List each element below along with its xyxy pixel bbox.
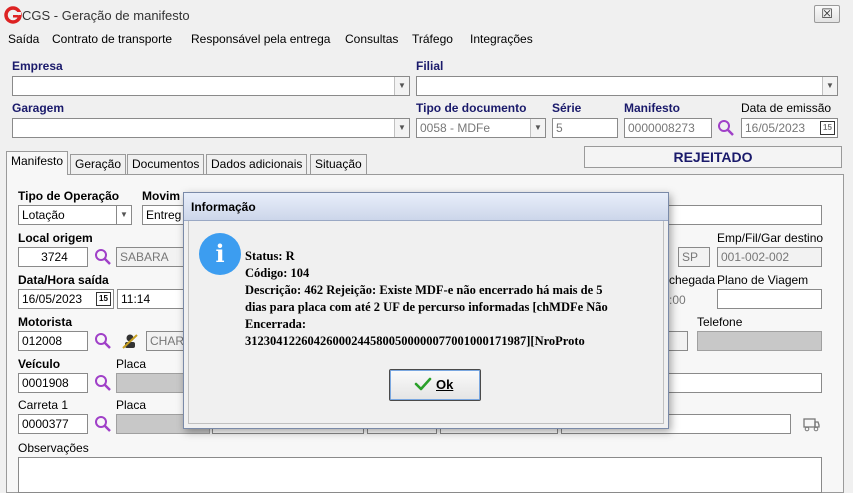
- window-title: CGS - Geração de manifesto: [22, 8, 190, 23]
- close-button[interactable]: ☒: [814, 5, 840, 23]
- veiculo-label: Veículo: [18, 357, 61, 371]
- empresa-select[interactable]: ▼: [12, 76, 410, 96]
- observacoes-textarea[interactable]: [18, 457, 822, 493]
- tipo-operacao-select[interactable]: Lotação ▼: [18, 205, 132, 225]
- check-icon: [414, 377, 432, 391]
- message-line-status: Status: R: [245, 249, 295, 263]
- data-saida-input[interactable]: 16/05/2023 15: [18, 289, 114, 309]
- search-icon[interactable]: [94, 332, 112, 350]
- tipo-operacao-value: Lotação: [22, 208, 65, 222]
- search-icon[interactable]: [94, 248, 112, 266]
- chevron-down-icon[interactable]: ▼: [394, 119, 409, 137]
- observacoes-label: Observações: [18, 441, 89, 455]
- message-line-descricao-4: 3123041226042600024458005000000770010001…: [245, 334, 585, 348]
- search-icon[interactable]: [94, 374, 112, 392]
- chevron-down-icon[interactable]: ▼: [822, 77, 837, 95]
- motorista-extra-field: [668, 331, 688, 351]
- tab-situacao[interactable]: Situação: [310, 154, 367, 174]
- menu-contrato[interactable]: Contrato de transporte: [52, 32, 172, 46]
- motorista-label: Motorista: [18, 315, 72, 329]
- search-icon[interactable]: [94, 415, 112, 433]
- data-emissao-value: 16/05/2023: [745, 121, 806, 135]
- trailer-icon[interactable]: [802, 415, 820, 433]
- tipo-documento-label: Tipo de documento: [416, 101, 527, 115]
- local-origem-code[interactable]: 3724: [18, 247, 88, 267]
- veiculo-extra-field[interactable]: [668, 373, 822, 393]
- data-emissao-label: Data de emissão: [741, 101, 832, 115]
- calendar-icon[interactable]: 15: [820, 121, 835, 135]
- serie-input[interactable]: 5: [552, 118, 618, 138]
- manifesto-label: Manifesto: [624, 101, 681, 115]
- ok-button[interactable]: Ok: [389, 369, 481, 401]
- emp-destino-label: Emp/Fil/Gar destino: [717, 231, 824, 245]
- motorista-name: CHAR: [146, 331, 186, 351]
- info-icon: i: [199, 233, 241, 275]
- placa-label: Placa: [116, 357, 147, 371]
- data-emissao-input[interactable]: 16/05/2023 15: [741, 118, 838, 138]
- motorista-code[interactable]: 012008: [18, 331, 88, 351]
- chegada-label: chegada: [669, 273, 716, 287]
- tipo-documento-value: 0058 - MDFe: [420, 121, 491, 135]
- carreta-label: Carreta 1: [18, 398, 69, 412]
- data-saida-label: Data/Hora saída: [18, 273, 109, 287]
- ok-button-label: Ok: [436, 377, 454, 392]
- plano-viagem-field[interactable]: [717, 289, 822, 309]
- data-saida-value: 16/05/2023: [22, 292, 83, 306]
- placa-field: [116, 373, 186, 393]
- dialog-body: i Status: R Código: 104 Descrição: 462 R…: [188, 221, 664, 424]
- tipo-documento-select[interactable]: 0058 - MDFe ▼: [416, 118, 546, 138]
- chevron-down-icon[interactable]: ▼: [530, 119, 545, 137]
- message-line-descricao-2: dias para placa com até 2 UF de percurso…: [245, 300, 608, 314]
- chevron-down-icon[interactable]: ▼: [394, 77, 409, 95]
- emp-destino-field: 001-002-002: [717, 247, 822, 267]
- movimento-select[interactable]: Entreg: [142, 205, 186, 225]
- tab-manifesto[interactable]: Manifesto: [6, 151, 69, 175]
- driver-icon[interactable]: [121, 332, 139, 350]
- placa2-label: Placa: [116, 398, 147, 412]
- calendar-icon[interactable]: 15: [96, 292, 111, 306]
- menu-trafego[interactable]: Tráfego: [412, 32, 453, 46]
- filial-select[interactable]: ▼: [416, 76, 838, 96]
- app-logo-icon: [4, 6, 22, 24]
- movimento-label: Movim: [142, 189, 181, 203]
- garagem-select[interactable]: ▼: [12, 118, 410, 138]
- tab-dados-adicionais[interactable]: Dados adicionais: [206, 154, 308, 174]
- local-origem-name: SABARA: [116, 247, 186, 267]
- telefone-label: Telefone: [697, 315, 743, 329]
- plano-viagem-label: Plano de Viagem: [717, 273, 809, 287]
- telefone-field: [697, 331, 822, 351]
- dialog-title: Informação: [191, 200, 256, 214]
- chevron-down-icon[interactable]: ▼: [116, 206, 131, 224]
- search-icon[interactable]: [717, 119, 735, 137]
- tab-geracao[interactable]: Geração: [70, 154, 127, 174]
- menu-integracoes[interactable]: Integrações: [470, 32, 533, 46]
- message-line-descricao-1: Descrição: 462 Rejeição: Existe MDF-e nã…: [245, 283, 603, 297]
- movimento-extra-field[interactable]: [668, 205, 822, 225]
- tab-documentos[interactable]: Documentos: [127, 154, 205, 174]
- message-line-descricao-3: Encerrada:: [245, 317, 307, 331]
- status-badge: REJEITADO: [584, 146, 842, 168]
- message-line-codigo: Código: 104: [245, 266, 310, 280]
- filial-label: Filial: [416, 59, 444, 73]
- serie-label: Série: [552, 101, 582, 115]
- hora-saida-input[interactable]: 11:14: [117, 289, 186, 309]
- empresa-label: Empresa: [12, 59, 63, 73]
- chegada-value: :00: [669, 293, 686, 307]
- tipo-operacao-label: Tipo de Operação: [18, 189, 120, 203]
- veiculo-code[interactable]: 0001908: [18, 373, 88, 393]
- local-origem-label: Local origem: [18, 231, 93, 245]
- menu-consultas[interactable]: Consultas: [345, 32, 398, 46]
- info-dialog: Informação i Status: R Código: 104 Descr…: [183, 192, 669, 429]
- carreta-code[interactable]: 0000377: [18, 414, 88, 434]
- menu-responsavel[interactable]: Responsável pela entrega: [191, 32, 330, 46]
- dialog-header: Informação: [184, 193, 668, 221]
- uf-field: SP: [678, 247, 710, 267]
- menu-saida[interactable]: Saída: [8, 32, 39, 46]
- title-bar: CGS - Geração de manifesto ☒: [0, 0, 853, 30]
- manifesto-input[interactable]: 0000008273: [624, 118, 712, 138]
- garagem-label: Garagem: [12, 101, 65, 115]
